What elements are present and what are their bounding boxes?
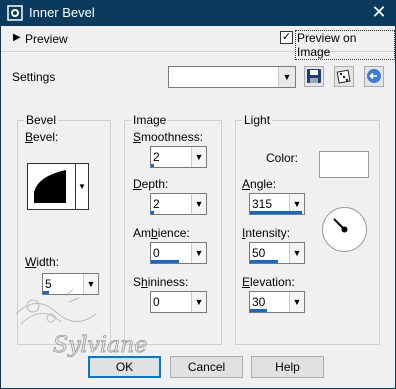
dialog-client: ▶ Preview ✓ Preview on Image Settings ▼ … [1,26,395,388]
preview-on-image-checkbox[interactable]: ✓ [280,31,293,44]
floppy-disk-icon [307,69,321,83]
chevron-down-icon[interactable]: ▼ [278,67,295,87]
depth-slider-bar[interactable] [151,211,154,214]
smoothness-value: 2 [153,150,160,164]
angle-label: Angle: [242,177,277,191]
depth-spinner-arrow-icon[interactable]: ▼ [191,194,206,214]
image-group: Image Smoothness: 2 ▼ Depth: 2 ▼ Ambienc… [124,113,222,345]
ambience-spinner-arrow-icon[interactable]: ▼ [191,243,206,263]
image-group-title: Image [131,113,169,127]
help-button[interactable]: Help [251,356,324,378]
ambience-spinner[interactable]: 0 ▼ [150,242,207,264]
smoothness-spinner[interactable]: 2 ▼ [150,146,207,168]
angle-value: 315 [252,197,273,211]
bevel-group-title: Bevel [24,113,59,127]
bevel-dropdown-arrow-icon[interactable]: ▼ [76,163,89,210]
settings-label: Settings [12,70,56,84]
depth-value: 2 [153,197,160,211]
light-group: Light Color: Angle: 315 ▼ Intensity: 50 … [235,113,380,345]
elevation-value: 30 [252,295,266,309]
intensity-label: Intensity: [242,226,291,240]
width-spinner-arrow-icon[interactable]: ▼ [83,274,98,294]
elevation-label: Elevation: [242,275,295,289]
expand-arrow-icon[interactable]: ▶ [13,32,21,43]
bevel-label: Bevel: [25,130,59,144]
bevel-shape-icon [34,170,66,203]
smoothness-label: Smoothness: [133,130,204,144]
intensity-spinner[interactable]: 50 ▼ [249,242,305,264]
smoothness-spinner-arrow-icon[interactable]: ▼ [191,147,206,167]
reset-icon [367,69,381,83]
app-icon [7,5,23,21]
angle-slider-bar[interactable] [250,211,302,214]
depth-spinner[interactable]: 2 ▼ [150,193,207,215]
close-button[interactable]: ✕ [362,0,396,26]
ambience-label: Ambience: [133,226,190,240]
light-group-title: Light [242,113,273,127]
preview-toggle-label[interactable]: Preview [25,32,68,46]
width-spinner[interactable]: 5 ▼ [42,273,99,295]
intensity-slider-bar[interactable] [250,260,278,263]
light-color-swatch[interactable] [319,151,369,178]
width-slider-bar[interactable] [43,291,49,294]
shininess-spinner[interactable]: 0 ▼ [150,291,207,313]
intensity-value: 50 [252,246,266,260]
bevel-shape-preview[interactable] [27,163,76,210]
settings-combo[interactable]: ▼ [168,66,296,88]
angle-dial-icon[interactable] [321,206,368,253]
window-title: Inner Bevel [29,5,95,20]
width-value: 5 [45,277,52,291]
randomize-button[interactable] [334,66,354,87]
save-preset-button[interactable] [304,66,324,87]
ok-button[interactable]: OK [88,356,161,378]
depth-label: Depth: [133,177,169,191]
intensity-spinner-arrow-icon[interactable]: ▼ [289,243,304,263]
shininess-label: Shininess: [133,275,189,289]
elevation-spinner-arrow-icon[interactable]: ▼ [289,292,304,312]
elevation-slider-bar[interactable] [250,309,267,312]
bevel-group: Bevel Bevel: ▼ Width: 5 ▼ [17,113,111,345]
shininess-spinner-arrow-icon[interactable]: ▼ [191,292,206,312]
dice-icon [336,69,351,84]
angle-spinner[interactable]: 315 ▼ [249,193,305,215]
width-label: Width: [25,255,60,269]
shininess-value: 0 [153,295,160,309]
cancel-button[interactable]: Cancel [170,356,243,378]
ambience-value: 0 [153,246,160,260]
elevation-spinner[interactable]: 30 ▼ [249,291,305,313]
ambience-slider-bar[interactable] [151,260,179,263]
reset-button[interactable] [364,66,384,87]
preview-row: ▶ Preview ✓ Preview on Image [1,26,395,60]
color-label: Color: [266,151,299,165]
title-bar: Inner Bevel ✕ [0,0,396,26]
smoothness-slider-bar[interactable] [151,164,154,167]
preview-on-image-label[interactable]: Preview on Image [295,30,395,60]
